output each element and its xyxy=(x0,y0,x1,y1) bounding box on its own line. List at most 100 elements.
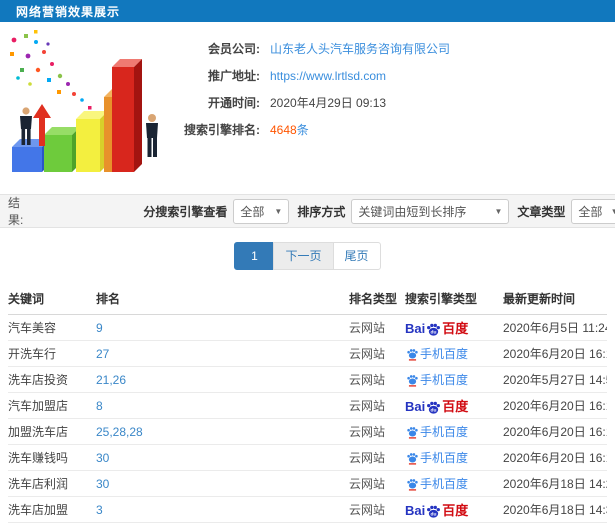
rank-cell[interactable]: 30 xyxy=(96,444,349,471)
info-row-company: 会员公司: 山东老人头汽车服务咨询有限公司 xyxy=(168,35,450,62)
keyword-cell: 洗车店利润 xyxy=(8,470,96,497)
engine-filter-select[interactable]: 全部 ▼ xyxy=(233,198,290,224)
sort-filter-value: 关键词由短到长排序 xyxy=(358,204,467,219)
rank-count-unit[interactable]: 条 xyxy=(297,123,309,137)
col-header-rank: 排名 xyxy=(96,283,349,315)
table-row: 加盟洗车店 25,28,28 云网站 Bai du 百度 手机百度 xyxy=(8,418,607,445)
baidu-logo: Bai du 百度 xyxy=(405,502,469,518)
rank-cell[interactable]: 8 xyxy=(96,392,349,419)
promo-url-link[interactable]: https://www.lrtlsd.com xyxy=(270,69,386,83)
chevron-down-icon: ▼ xyxy=(494,206,503,216)
article-type-filter-label: 文章类型 xyxy=(517,204,566,219)
table-row: 洗车店加盟 3 云网站 Bai du 百度 手机百度 202 xyxy=(8,496,607,523)
mobile-baidu-text: 手机百度 xyxy=(420,373,469,387)
keyword-cell: 加盟洗车店 xyxy=(8,418,96,445)
rank-type-cell: 云网站 xyxy=(349,366,405,393)
pagination-area: 1 下一页 尾页 xyxy=(0,228,615,283)
col-header-rank-type: 排名类型 xyxy=(349,283,405,315)
engine-cell: Bai du 百度 手机百度 xyxy=(405,444,503,471)
chevron-down-icon: ▼ xyxy=(610,206,615,216)
updated-cell: 2020年6月18日 14:30 xyxy=(503,496,607,523)
mobile-baidu-badge: 手机百度 xyxy=(405,347,468,361)
mobile-baidu-paw-icon xyxy=(407,427,418,439)
baidu-logo-text-latin: Bai xyxy=(405,398,426,414)
rank-cell[interactable]: 27 xyxy=(96,340,349,367)
info-row-rank-count: 搜索引擎排名: 4648条 xyxy=(168,116,450,143)
engine-cell: Bai du 百度 手机百度 xyxy=(405,470,503,497)
updated-cell: 2020年6月20日 16:16 xyxy=(503,340,607,367)
baidu-logo: Bai du 百度 xyxy=(405,398,468,414)
rank-type-cell: 云网站 xyxy=(349,314,405,341)
info-row-url: 推广地址: https://www.lrtlsd.com xyxy=(168,62,450,89)
baidu-logo-text-latin: Bai xyxy=(405,320,426,336)
info-row-open-time: 开通时间: 2020年4月29日 09:13 xyxy=(168,89,450,116)
rank-count-number: 4648 xyxy=(270,123,297,137)
table-row: 汽车加盟店 8 云网站 Bai du 百度 手机百度 202 xyxy=(8,392,607,419)
pagination: 1 下一页 尾页 xyxy=(234,241,381,270)
mobile-baidu-badge: 手机百度 xyxy=(405,425,468,439)
mobile-baidu-text: 手机百度 xyxy=(420,425,469,439)
engine-cell: Bai du 百度 手机百度 xyxy=(405,496,503,523)
engine-cell: Bai du 百度 手机百度 xyxy=(405,340,503,367)
engine-cell: Bai du 百度 手机百度 xyxy=(405,314,503,341)
svg-text:du: du xyxy=(431,408,437,414)
rank-cell[interactable]: 3 xyxy=(96,496,349,523)
filter-bar: 结果: 分搜索引擎查看 全部 ▼ 排序方式 关键词由短到长排序 ▼ 文章类型 全… xyxy=(0,194,615,228)
engine-filter-label: 分搜索引擎查看 xyxy=(143,204,228,219)
rank-cell[interactable]: 30 xyxy=(96,470,349,497)
promo-url-label: 推广地址: xyxy=(208,69,260,83)
rank-cell[interactable]: 25,28,28 xyxy=(96,418,349,445)
keyword-cell: 洗车店加盟 xyxy=(8,496,96,523)
bar-chart-clipart-icon xyxy=(10,30,158,172)
article-type-filter-value: 全部 xyxy=(578,204,603,219)
svg-text:du: du xyxy=(431,512,437,518)
mobile-baidu-paw-icon xyxy=(407,375,418,387)
mobile-baidu-badge: 手机百度 xyxy=(405,451,468,465)
svg-text:du: du xyxy=(431,330,437,336)
account-info-section: 会员公司: 山东老人头汽车服务咨询有限公司 推广地址: https://www.… xyxy=(0,22,615,194)
table-row: 开洗车行 27 云网站 Bai du 百度 手机百度 202 xyxy=(8,340,607,367)
sort-filter-label: 排序方式 xyxy=(297,204,346,219)
page-1-button[interactable]: 1 xyxy=(234,241,275,270)
baidu-paw-icon: du xyxy=(427,323,441,336)
baidu-paw-icon: du xyxy=(427,401,441,414)
sort-filter-select[interactable]: 关键词由短到长排序 ▼ xyxy=(351,198,510,224)
rank-cell[interactable]: 21,26 xyxy=(96,366,349,393)
col-header-engine-type: 搜索引擎类型 xyxy=(405,283,503,315)
keyword-cell: 洗车赚钱吗 xyxy=(8,444,96,471)
filter-controls: 分搜索引擎查看 全部 ▼ 排序方式 关键词由短到长排序 ▼ 文章类型 全部 ▼ … xyxy=(143,198,615,225)
results-table-wrap: 关键词 排名 排名类型 搜索引擎类型 最新更新时间 汽车美容 9 云网站 Bai… xyxy=(0,283,615,523)
table-row: 洗车店投资 21,26 云网站 Bai du 百度 手机百度 xyxy=(8,366,607,393)
account-info-list: 会员公司: 山东老人头汽车服务咨询有限公司 推广地址: https://www.… xyxy=(168,22,450,194)
mobile-baidu-badge: 手机百度 xyxy=(405,477,468,491)
mobile-baidu-paw-icon xyxy=(407,453,418,465)
rank-type-cell: 云网站 xyxy=(349,470,405,497)
updated-cell: 2020年6月20日 16:12 xyxy=(503,444,607,471)
next-page-button[interactable]: 下一页 xyxy=(273,241,334,270)
mobile-baidu-text: 手机百度 xyxy=(420,347,469,361)
keyword-cell: 汽车美容 xyxy=(8,314,96,341)
mobile-baidu-text: 手机百度 xyxy=(420,477,469,491)
company-label: 会员公司: xyxy=(208,42,260,56)
rank-type-cell: 云网站 xyxy=(349,418,405,445)
open-time-value: 2020年4月29日 09:13 xyxy=(270,96,387,110)
page-title: 网络营销效果展示 xyxy=(16,4,121,19)
updated-cell: 2020年6月20日 16:12 xyxy=(503,392,607,419)
col-header-updated: 最新更新时间 xyxy=(503,283,607,315)
rank-cell[interactable]: 9 xyxy=(96,314,349,341)
baidu-logo-text-cn: 百度 xyxy=(442,502,469,518)
baidu-logo-text-cn: 百度 xyxy=(442,320,469,336)
marketing-growth-illustration xyxy=(0,22,168,190)
last-page-button[interactable]: 尾页 xyxy=(332,241,381,270)
article-type-filter-select[interactable]: 全部 ▼ xyxy=(571,198,615,224)
mobile-baidu-paw-icon xyxy=(407,479,418,491)
keyword-cell: 洗车店投资 xyxy=(8,366,96,393)
baidu-paw-icon: du xyxy=(427,505,441,518)
baidu-logo-text-latin: Bai xyxy=(405,502,426,518)
keyword-cell: 开洗车行 xyxy=(8,340,96,367)
updated-cell: 2020年6月20日 16:11 xyxy=(503,418,607,445)
table-row: 洗车赚钱吗 30 云网站 Bai du 百度 手机百度 20 xyxy=(8,444,607,471)
company-link[interactable]: 山东老人头汽车服务咨询有限公司 xyxy=(270,40,450,57)
engine-cell: Bai du 百度 手机百度 xyxy=(405,392,503,419)
mobile-baidu-badge: 手机百度 xyxy=(405,373,468,387)
